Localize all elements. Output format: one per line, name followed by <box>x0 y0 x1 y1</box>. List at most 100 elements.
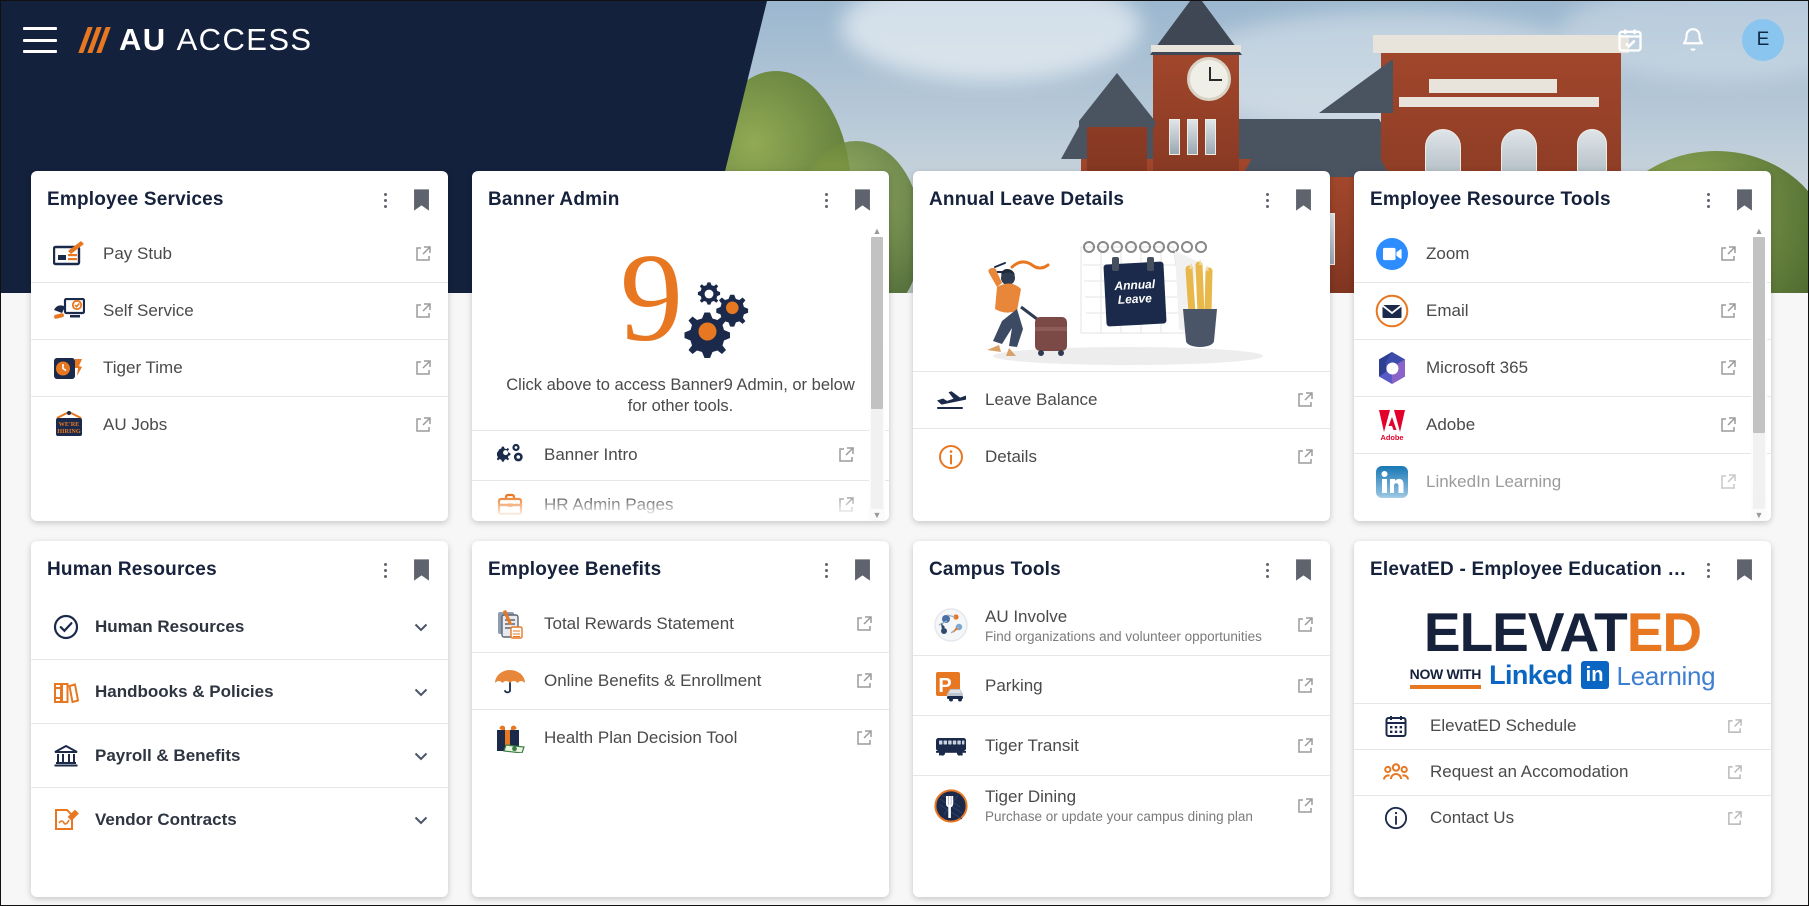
bookmark-icon[interactable] <box>1736 189 1753 211</box>
chevron-down-icon[interactable] <box>412 618 430 636</box>
list-item-text: Parking <box>971 676 1294 696</box>
hamburger-menu-icon[interactable] <box>23 27 57 53</box>
external-link-icon[interactable] <box>412 417 434 433</box>
list-item[interactable]: Request an Accomodation <box>1354 748 1771 795</box>
external-link-icon[interactable] <box>1294 737 1316 754</box>
external-link-icon[interactable] <box>1717 474 1739 490</box>
list-item[interactable]: Banner Intro <box>472 429 889 480</box>
list-item[interactable]: Self Service <box>31 282 448 339</box>
elevated-wordmark: ELEVATED <box>1424 605 1702 660</box>
list-item[interactable]: Health Plan Decision Tool <box>472 709 889 766</box>
list-item[interactable]: P Parking <box>913 655 1330 715</box>
card-menu-icon[interactable] <box>375 559 395 581</box>
card-menu-icon[interactable] <box>1698 189 1718 211</box>
bookmark-icon[interactable] <box>413 559 430 581</box>
external-link-icon[interactable] <box>1294 392 1316 408</box>
scroll-down-arrow[interactable]: ▼ <box>1755 509 1764 521</box>
brand-logo[interactable]: AU ACCESS <box>78 22 312 58</box>
external-link-icon[interactable] <box>835 497 857 513</box>
bookmark-icon[interactable] <box>1295 559 1312 581</box>
list-item[interactable]: LinkedIn Learning <box>1354 453 1771 510</box>
list-item[interactable]: Leave Balance <box>913 371 1330 428</box>
list-item[interactable]: Pay Stub <box>31 225 448 282</box>
accordion-item-human-resources[interactable]: Human Resources <box>31 595 448 659</box>
scroll-up-arrow[interactable]: ▲ <box>1755 225 1764 237</box>
elevated-logo[interactable]: ELEVATED NOW WITH Linked in Learning <box>1354 595 1771 703</box>
bookmark-icon[interactable] <box>1736 559 1753 581</box>
card-menu-icon[interactable] <box>1698 559 1718 581</box>
list-item-label: Details <box>985 447 1037 466</box>
scroll-thumb[interactable] <box>871 237 883 409</box>
external-link-icon[interactable] <box>412 303 434 319</box>
bookmark-icon[interactable] <box>413 189 430 211</box>
list-item[interactable]: Details <box>913 428 1330 485</box>
external-link-icon[interactable] <box>853 673 875 689</box>
external-link-icon[interactable] <box>1717 303 1739 319</box>
user-avatar[interactable]: E <box>1742 19 1784 61</box>
list-item[interactable]: AU Involve Find organizations and volunt… <box>913 595 1330 655</box>
card-menu-icon[interactable] <box>816 189 836 211</box>
list-item[interactable]: Online Benefits & Enrollment <box>472 652 889 709</box>
scroll-track[interactable] <box>871 237 883 509</box>
bookmark-icon[interactable] <box>854 559 871 581</box>
list-item[interactable]: Tiger Time <box>31 339 448 396</box>
scroll-track[interactable] <box>1753 237 1765 509</box>
external-link-icon[interactable] <box>1294 449 1316 465</box>
list-item[interactable]: Zoom <box>1354 225 1771 282</box>
external-link-icon[interactable] <box>835 447 857 463</box>
external-link-icon[interactable] <box>1294 677 1316 694</box>
calendar-check-icon[interactable] <box>1616 26 1644 54</box>
card-employee-benefits: Employee Benefits Total Rewards Statemen… <box>472 541 889 897</box>
list-item[interactable]: Tiger Transit <box>913 715 1330 775</box>
list-item[interactable]: Contact Us <box>1354 794 1771 841</box>
external-link-icon[interactable] <box>412 245 434 262</box>
scroll-thumb[interactable] <box>1753 237 1765 433</box>
external-link-icon[interactable] <box>853 730 875 746</box>
list-item[interactable]: Tiger Dining Purchase or update your cam… <box>913 775 1330 835</box>
chevron-down-icon[interactable] <box>412 683 430 701</box>
banner9-gears-logo[interactable]: 9 <box>472 225 889 373</box>
external-link-icon[interactable] <box>1717 245 1739 262</box>
list-item-label: Request an Accomodation <box>1430 762 1629 782</box>
accordion-item-payroll-benefits[interactable]: Payroll & Benefits <box>31 723 448 787</box>
list-item[interactable]: Email <box>1354 282 1771 339</box>
list-item-text: Health Plan Decision Tool <box>530 728 853 748</box>
bookmark-icon[interactable] <box>854 189 871 211</box>
external-link-icon[interactable] <box>1723 718 1745 734</box>
top-navigation-bar: AU ACCESS E <box>1 1 1808 79</box>
brand-bold-text: AU <box>119 22 167 57</box>
chevron-down-icon[interactable] <box>412 811 430 829</box>
scroll-up-arrow[interactable]: ▲ <box>873 225 882 237</box>
card-scrollbar[interactable]: ▲ ▼ <box>1751 225 1767 521</box>
card-menu-icon[interactable] <box>1257 559 1277 581</box>
card-menu-icon[interactable] <box>375 189 395 211</box>
notification-bell-icon[interactable] <box>1680 26 1706 54</box>
external-link-icon[interactable] <box>1717 360 1739 376</box>
accordion-item-handbooks-policies[interactable]: Handbooks & Policies <box>31 659 448 723</box>
accordion-item-vendor-contracts[interactable]: Vendor Contracts <box>31 787 448 851</box>
bookmark-icon[interactable] <box>1295 189 1312 211</box>
external-link-icon[interactable] <box>1723 810 1745 826</box>
list-item-label: Zoom <box>1426 243 1470 263</box>
external-link-icon[interactable] <box>1294 797 1316 814</box>
list-item[interactable]: Total Rewards Statement <box>472 595 889 652</box>
external-link-icon[interactable] <box>1717 417 1739 433</box>
external-link-icon[interactable] <box>412 360 434 376</box>
check-circle-icon <box>49 614 83 640</box>
annual-leave-traveler-illustration: Annual Leave <box>913 225 1330 371</box>
external-link-icon[interactable] <box>853 615 875 632</box>
external-link-icon[interactable] <box>1294 617 1316 633</box>
list-item[interactable]: Adobe Adobe <box>1354 396 1771 453</box>
card-title: Human Resources <box>47 559 217 580</box>
scroll-down-arrow[interactable]: ▼ <box>873 509 882 521</box>
list-item[interactable]: ElevatED Schedule <box>1354 702 1771 749</box>
list-item[interactable]: WE'RE HIRING AU Jobs <box>31 396 448 453</box>
card-menu-icon[interactable] <box>1257 189 1277 211</box>
card-menu-icon[interactable] <box>816 559 836 581</box>
list-item[interactable]: Microsoft 365 <box>1354 339 1771 396</box>
external-link-icon[interactable] <box>1723 764 1745 780</box>
list-item[interactable]: HR Admin Pages <box>472 479 889 521</box>
card-scrollbar[interactable]: ▲ ▼ <box>869 225 885 521</box>
umbrella-icon <box>490 667 530 695</box>
chevron-down-icon[interactable] <box>412 747 430 765</box>
